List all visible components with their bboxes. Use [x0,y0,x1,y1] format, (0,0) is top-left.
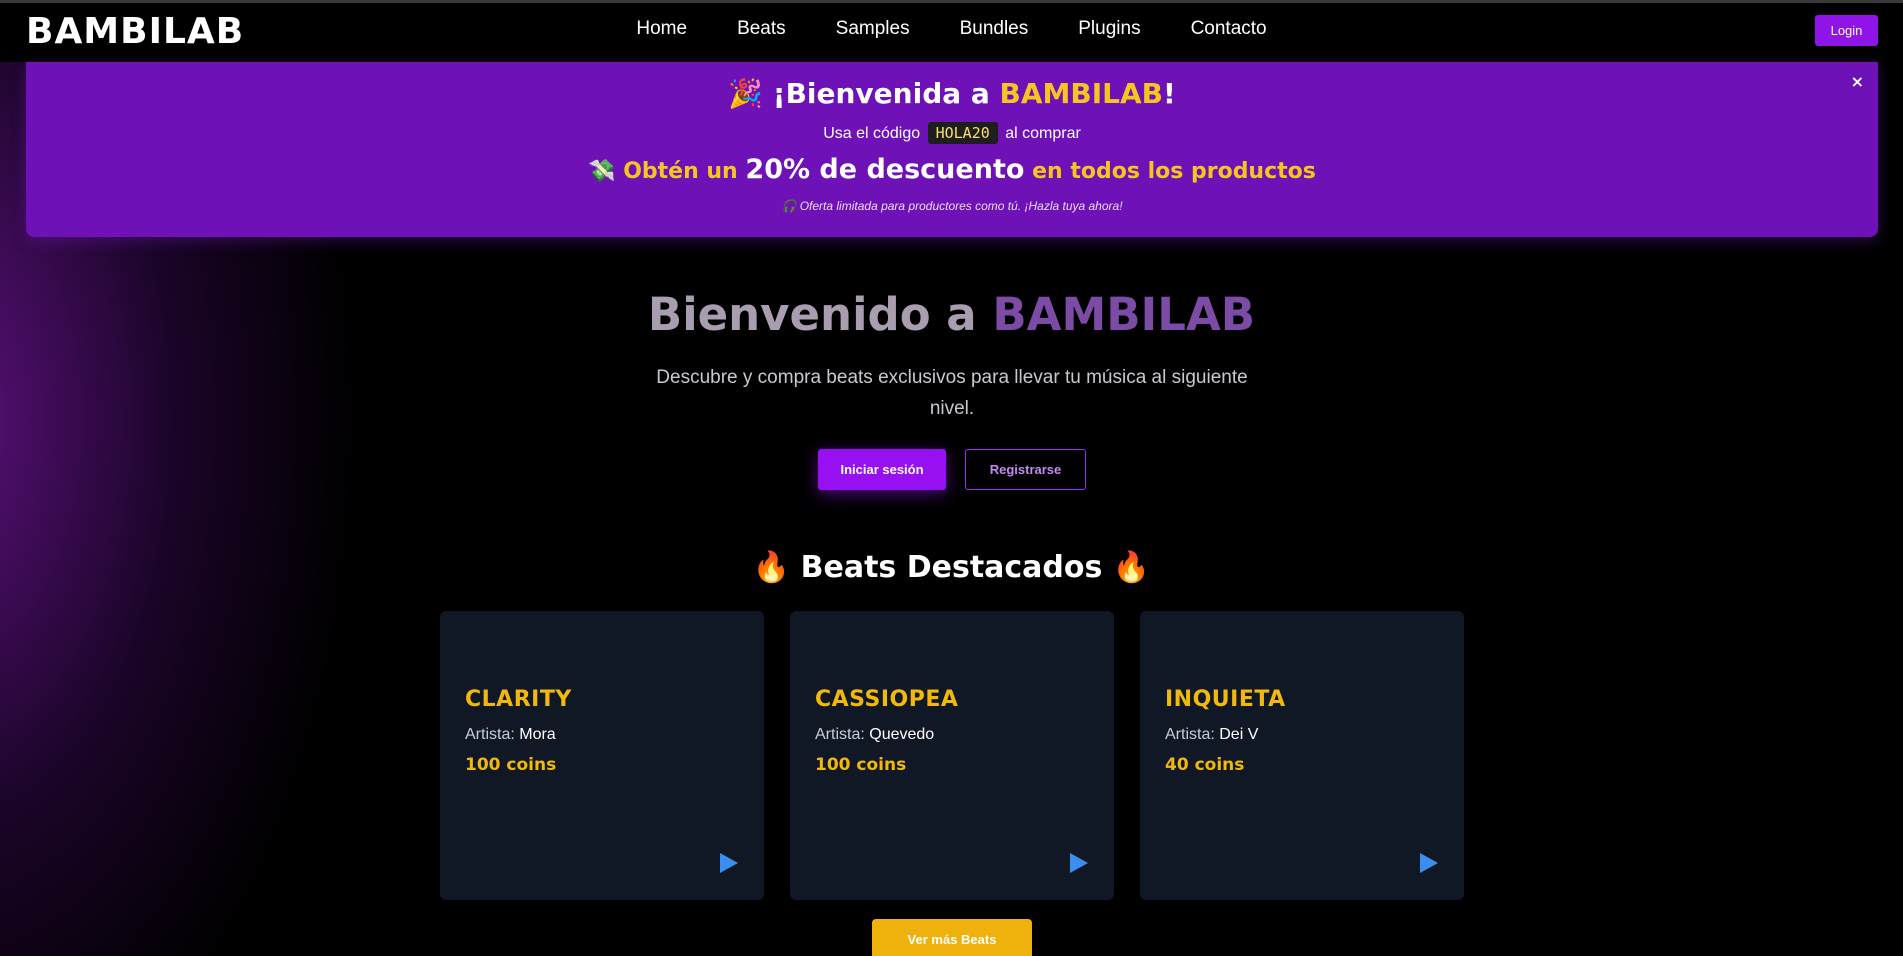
featured-title: 🔥 Beats Destacados 🔥 [0,550,1903,585]
beat-card[interactable]: CASSIOPEA Artista: Quevedo 100 coins [790,611,1114,900]
promo-title-suffix: ! [1163,77,1176,110]
promo-code-prefix: Usa el código [823,125,921,142]
play-icon[interactable] [716,851,740,875]
brand-logo[interactable]: BAMBILAB [26,11,244,52]
featured-title-text: Beats Destacados [800,550,1103,585]
artist-name: Quevedo [869,726,935,743]
hero-subtitle: Descubre y compra beats exclusivos para … [656,367,1248,419]
discount-suffix: en todos los productos [1032,159,1316,184]
promo-discount: 💸 Obtén un 20% de descuento en todos los… [26,154,1878,185]
ver-mas-beats-button[interactable]: Ver más Beats [872,919,1032,956]
artist-name: Mora [519,726,556,743]
nav-link-home[interactable]: Home [636,18,687,39]
discount-prefix: Obtén un [623,159,738,184]
hero-title: Bienvenido a BAMBILAB [0,288,1903,341]
beat-cards: CLARITY Artista: Mora 100 coins CASSIOPE… [440,611,1464,900]
beat-card[interactable]: CLARITY Artista: Mora 100 coins [440,611,764,900]
login-button[interactable]: Login [1815,15,1878,46]
fire-icon: 🔥 [752,550,791,585]
promo-code-suffix: al comprar [1005,125,1081,142]
party-emoji-icon: 🎉 [728,77,764,110]
hero-title-brand: BAMBILAB [992,288,1256,341]
navbar: BAMBILAB Home Beats Samples Bundles Plug… [0,3,1903,62]
nav-link-contacto[interactable]: Contacto [1191,18,1267,39]
registrarse-button[interactable]: Registrarse [965,449,1086,490]
discount-value: 20% de descuento [745,154,1025,185]
beat-title: CASSIOPEA [815,687,959,712]
hero-title-prefix: Bienvenido a [647,288,993,341]
beat-title: INQUIETA [1165,687,1286,712]
promo-note: 🎧 Oferta limitada para productores como … [781,199,1123,213]
nav-link-bundles[interactable]: Bundles [960,18,1029,39]
promo-banner: × 🎉 ¡Bienvenida a BAMBILAB! Usa el códig… [26,62,1878,237]
beat-artist: Artista: Mora [465,726,556,744]
fire-icon: 🔥 [1112,550,1151,585]
beat-price: 100 coins [815,755,907,775]
nav-link-plugins[interactable]: Plugins [1078,18,1140,39]
beat-card[interactable]: INQUIETA Artista: Dei V 40 coins [1140,611,1464,900]
artist-label: Artista: [815,726,865,743]
nav-link-beats[interactable]: Beats [737,18,786,39]
beat-title: CLARITY [465,687,572,712]
play-icon[interactable] [1416,851,1440,875]
iniciar-sesion-button[interactable]: Iniciar sesión [818,449,946,490]
promo-code-line: Usa el código HOLA20 al comprar [26,122,1878,144]
beat-price: 40 coins [1165,755,1245,775]
money-emoji-icon: 💸 [588,159,616,184]
main-nav: Home Beats Samples Bundles Plugins Conta… [0,18,1903,40]
artist-label: Artista: [465,726,515,743]
promo-code: HOLA20 [927,122,998,144]
promo-title-brand: BAMBILAB [999,77,1164,110]
nav-link-samples[interactable]: Samples [836,18,910,39]
play-icon[interactable] [1066,851,1090,875]
artist-name: Dei V [1219,726,1259,743]
artist-label: Artista: [1165,726,1215,743]
beat-artist: Artista: Quevedo [815,726,934,744]
beat-artist: Artista: Dei V [1165,726,1258,744]
promo-title: 🎉 ¡Bienvenida a BAMBILAB! [26,77,1878,110]
beat-price: 100 coins [465,755,557,775]
promo-title-prefix: ¡Bienvenida a [772,77,1000,110]
